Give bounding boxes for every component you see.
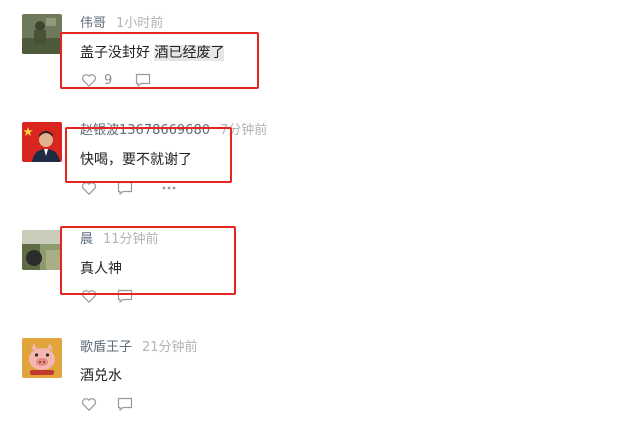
comment-item: 歌盾王子 21分钟前 酒兑水	[22, 338, 622, 418]
username[interactable]: 伟哥	[80, 16, 106, 31]
comment-text: 酒兑水	[80, 366, 122, 386]
action-bar	[80, 395, 134, 413]
avatar[interactable]	[22, 122, 62, 162]
username[interactable]: 歌盾王子	[80, 340, 132, 355]
avatar[interactable]	[22, 14, 62, 54]
annotation-box	[65, 127, 232, 183]
comment-list: 伟哥 1小时前 盖子没封好 酒已经废了 9 赵银波13678669680 7分钟…	[0, 0, 639, 421]
annotation-box	[60, 32, 259, 89]
heart-outline-icon[interactable]	[80, 395, 98, 413]
annotation-box	[60, 226, 236, 295]
avatar[interactable]	[22, 230, 62, 270]
avatar[interactable]	[22, 338, 62, 378]
comment-bubble-icon[interactable]	[116, 395, 134, 413]
comment-text-plain: 酒兑水	[80, 368, 122, 384]
timestamp: 21分钟前	[142, 340, 198, 355]
timestamp: 1小时前	[116, 16, 164, 31]
